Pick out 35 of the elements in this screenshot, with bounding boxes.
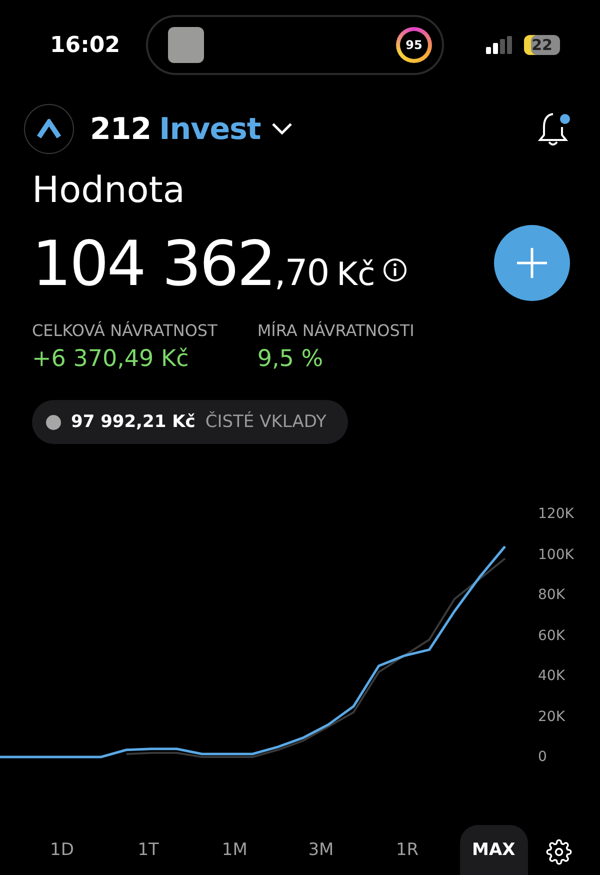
y-axis-label: 100K [538,546,574,562]
bell-icon[interactable] [538,111,572,147]
y-axis-label: 80K [538,587,565,603]
y-axis-label: 20K [538,708,565,724]
period-tab[interactable]: 1M [200,825,269,875]
stat-label: CELKOVÁ NÁVRATNOST [32,321,218,340]
stat-value: +6 370,49 Kč [32,346,190,372]
info-icon[interactable] [383,258,408,282]
plus-icon [515,246,549,280]
period-tab[interactable]: 1R [373,825,442,875]
section-title: Hodnota [31,170,186,211]
stat-value: 9,5 % [257,346,324,372]
y-axis-label: 60K [538,628,565,644]
brand-name: Invest [159,112,261,146]
status-time: 16:02 [50,32,122,58]
legend-chip[interactable]: 97 992,21 Kč ČISTÉ VKLADY [32,400,348,444]
brand-number: 212 [90,112,152,146]
legend-label: ČISTÉ VKLADY [205,412,326,432]
y-axis-label: 120K [538,506,574,522]
app-thumbnail-icon [168,27,204,63]
legend-amount: 97 992,21 Kč [71,412,196,432]
portfolio-value: 104 362,70 Kč [32,226,376,300]
y-axis-label: 0 [538,749,547,765]
activity-ring: 95 [396,27,432,63]
signal-icon [486,36,514,54]
period-tab[interactable]: 1T [114,825,182,875]
stat-label: MÍRA NÁVRATNOSTI [257,321,414,340]
period-tab[interactable]: MAX [460,825,528,875]
period-tab[interactable]: 1D [28,825,96,875]
battery-indicator: 22 [524,35,560,55]
y-axis-label: 40K [538,668,565,684]
settings-icon[interactable] [546,839,572,865]
app-logo[interactable] [24,104,74,154]
period-tab[interactable]: 3M [286,825,355,875]
chevron-down-icon[interactable] [270,122,293,136]
